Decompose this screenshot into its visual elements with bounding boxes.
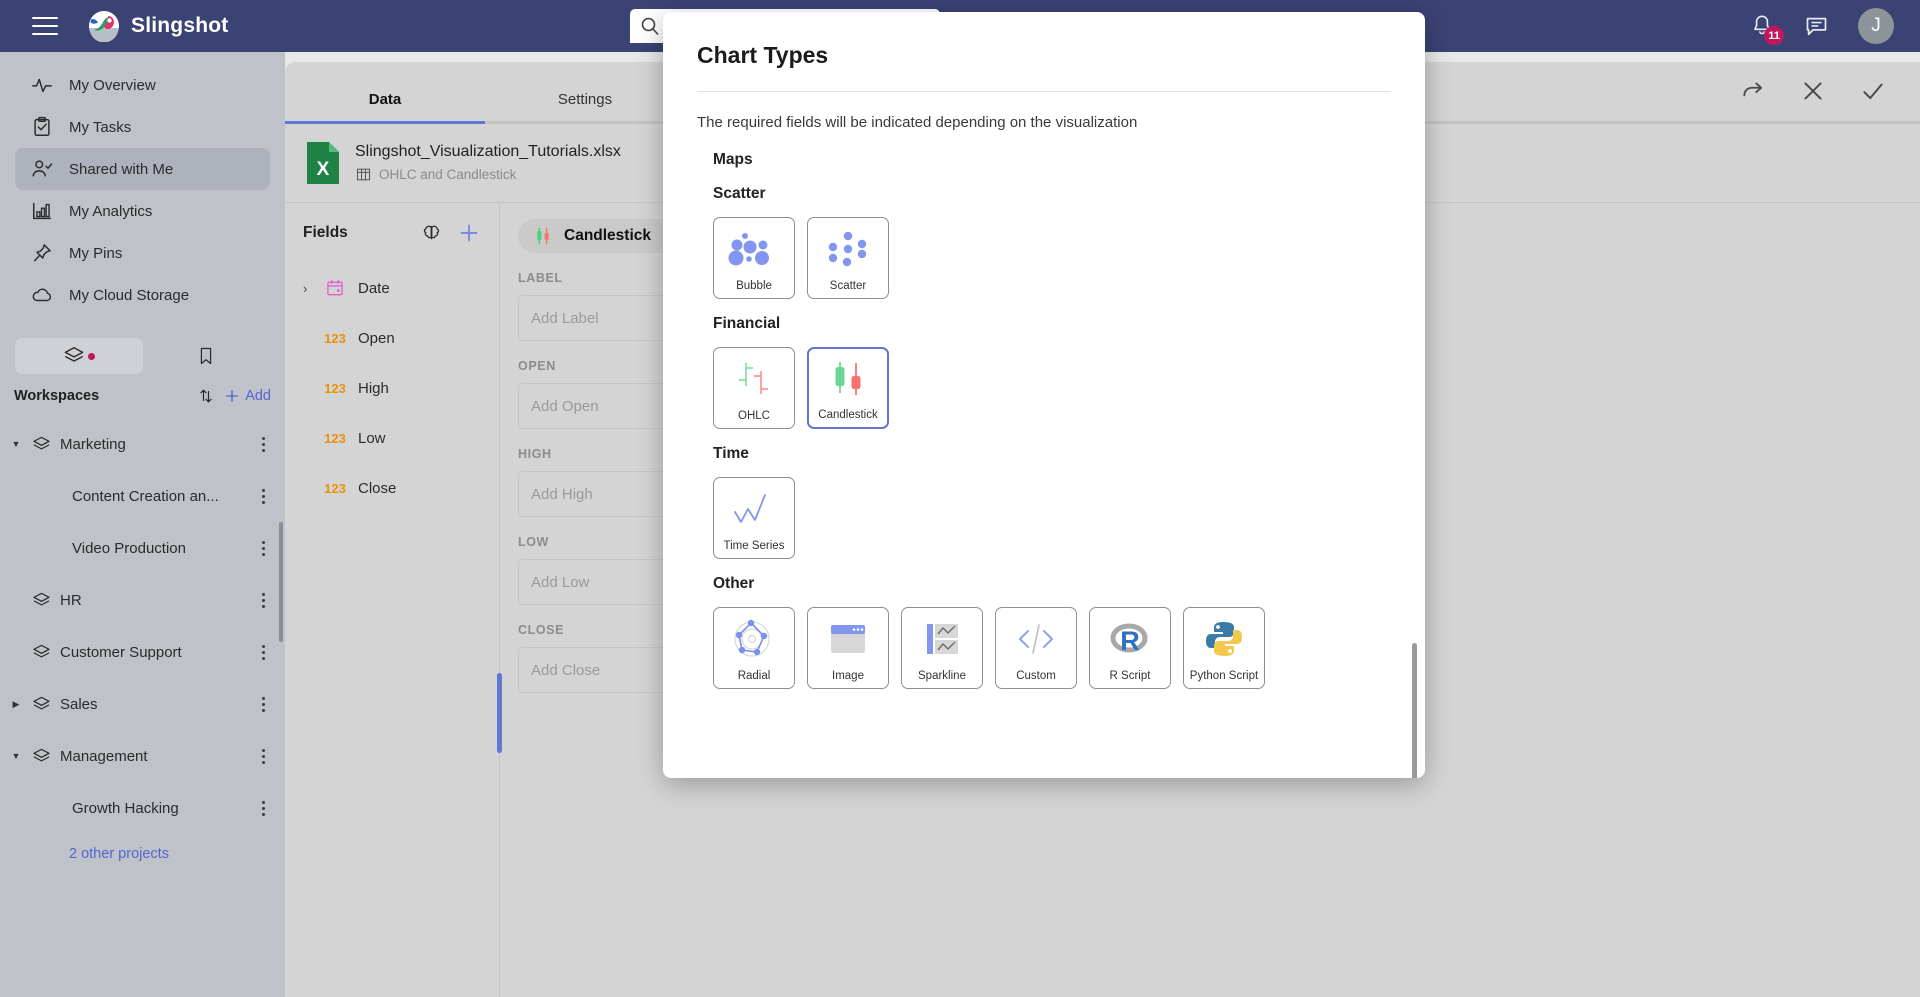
chart-card-label: Image [832, 670, 864, 682]
dialog-subtitle: The required fields will be indicated de… [697, 114, 1138, 131]
section-cards-scatter: Bubble Scatter [713, 217, 1391, 299]
dialog-scrollbar[interactable] [1412, 643, 1417, 778]
chart-card-label: Python Script [1189, 670, 1259, 682]
section-title-other: Other [713, 575, 755, 592]
bubble-chart-icon [714, 218, 794, 280]
dialog-body: Maps Scatter Bubble Scatter Financial OH… [663, 131, 1425, 778]
chart-card-label: Radial [737, 670, 771, 682]
dialog-header: Chart Types [663, 12, 1425, 92]
chart-types-dialog: Chart Types The required fields will be … [663, 12, 1425, 778]
python-logo-icon [1184, 608, 1264, 670]
chart-card-python-script[interactable]: Python Script [1183, 607, 1265, 689]
sparkline-chart-icon [902, 608, 982, 670]
time-series-chart-icon [714, 478, 794, 540]
chart-card-sparkline[interactable]: Sparkline [901, 607, 983, 689]
section-title-maps: Maps [713, 151, 753, 168]
section-title-financial: Financial [713, 315, 781, 332]
chart-card-label: Custom [1016, 670, 1056, 682]
dialog-title: Chart Types [697, 42, 829, 68]
chart-card-radial[interactable]: Radial [713, 607, 795, 689]
r-logo-icon: R [1090, 608, 1170, 670]
candlestick-chart-icon [809, 349, 887, 409]
scatter-chart-icon [808, 218, 888, 280]
ohlc-chart-icon [714, 348, 794, 410]
app-root: Slingshot 11 J My Overview My Tasks Shar… [0, 0, 1920, 997]
chart-card-ohlc[interactable]: OHLC [713, 347, 795, 429]
chart-card-scatter[interactable]: Scatter [807, 217, 889, 299]
chart-card-r-script[interactable]: R R Script [1089, 607, 1171, 689]
chart-card-custom[interactable]: Custom [995, 607, 1077, 689]
chart-card-label: Sparkline [918, 670, 966, 682]
code-brackets-icon [996, 608, 1076, 670]
image-chart-icon [808, 608, 888, 670]
chart-card-image[interactable]: Image [807, 607, 889, 689]
chart-card-label: Candlestick [818, 409, 878, 421]
section-cards-financial: OHLC Candlestick [713, 347, 1391, 429]
chart-card-time-series[interactable]: Time Series [713, 477, 795, 559]
chart-card-label: Bubble [736, 280, 772, 292]
chart-card-label: OHLC [738, 410, 770, 422]
chart-card-label: Scatter [829, 280, 867, 292]
radial-chart-icon [714, 608, 794, 670]
chart-card-candlestick[interactable]: Candlestick [807, 347, 889, 429]
svg-text:R: R [1120, 626, 1140, 656]
chart-card-label: R Script [1109, 670, 1151, 682]
modal-overlay: Chart Types The required fields will be … [0, 0, 1920, 997]
section-cards-other: Radial Image Sparkline Custom R R Script… [713, 607, 1391, 689]
section-title-scatter: Scatter [713, 185, 766, 202]
chart-card-bubble[interactable]: Bubble [713, 217, 795, 299]
section-cards-time: Time Series [713, 477, 1391, 559]
section-title-time: Time [713, 445, 749, 462]
chart-card-label: Time Series [723, 540, 785, 552]
